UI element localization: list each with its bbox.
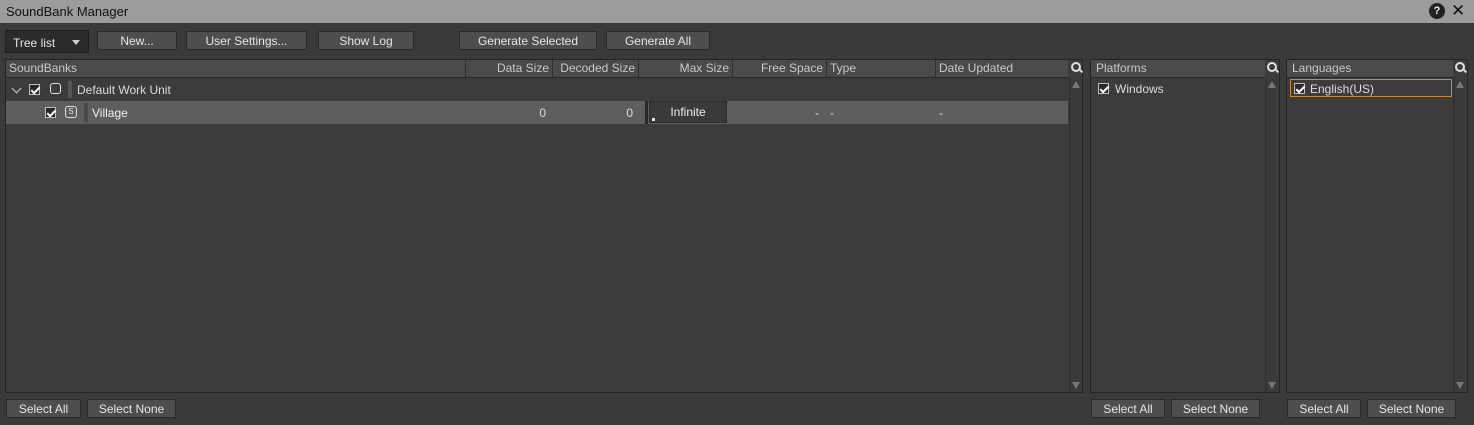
search-icon[interactable] [1266, 61, 1280, 75]
col-date-updated[interactable]: Date Updated [936, 60, 1068, 77]
window-title: SoundBank Manager [6, 4, 129, 19]
languages-header-label: Languages [1292, 61, 1352, 75]
data-size-cell: 0 [539, 106, 546, 120]
view-mode-dropdown[interactable]: Tree list [5, 30, 89, 53]
list-item[interactable]: Windows [1093, 79, 1263, 97]
languages-select-none-button[interactable]: Select None [1367, 399, 1456, 418]
platform-checkbox[interactable] [1098, 83, 1110, 94]
platform-label: Windows [1115, 82, 1164, 96]
platforms-panel: Platforms Windows [1090, 59, 1280, 393]
soundbanks-panel: SoundBanks Data Size Decoded Size Max Si… [5, 59, 1084, 393]
type-cell: - [830, 106, 834, 120]
languages-select-all-button[interactable]: Select All [1287, 399, 1361, 418]
languages-header: Languages [1287, 60, 1453, 78]
title-bar: SoundBank Manager ? ✕ [0, 0, 1474, 23]
work-unit-icon [50, 83, 61, 94]
show-log-button[interactable]: Show Log [318, 31, 414, 50]
decoded-size-cell: 0 [626, 106, 633, 120]
languages-panel: Languages English(US) [1286, 59, 1468, 393]
col-data-size[interactable]: Data Size [466, 60, 553, 77]
max-size-divider [645, 101, 648, 124]
col-soundbanks[interactable]: SoundBanks [6, 60, 466, 77]
language-label: English(US) [1310, 82, 1375, 96]
work-unit-row[interactable]: Default Work Unit [6, 79, 1068, 101]
search-icon[interactable] [1070, 61, 1084, 75]
free-space-cell: - [815, 106, 819, 120]
usage-indicator [652, 118, 655, 121]
platforms-select-all-button[interactable]: Select All [1091, 399, 1165, 418]
col-type[interactable]: Type [827, 60, 936, 77]
list-item[interactable]: English(US) [1290, 79, 1452, 97]
platforms-header: Platforms [1091, 60, 1265, 78]
user-settings-button[interactable]: User Settings... [186, 31, 307, 50]
soundbank-name: Village [92, 106, 128, 120]
soundbank-icon: S [65, 106, 77, 118]
generate-selected-button[interactable]: Generate Selected [459, 31, 597, 50]
soundbanks-header: SoundBanks Data Size Decoded Size Max Si… [6, 60, 1068, 78]
col-max-size[interactable]: Max Size [639, 60, 733, 77]
expand-chevron-icon[interactable] [11, 83, 22, 94]
chevron-down-icon [72, 40, 80, 45]
max-size-value: Infinite [670, 105, 706, 119]
work-unit-name: Default Work Unit [77, 83, 171, 97]
soundbank-checkbox[interactable] [45, 107, 57, 118]
platforms-header-label: Platforms [1096, 61, 1147, 75]
soundbanks-select-none-button[interactable]: Select None [87, 399, 176, 418]
generate-all-button[interactable]: Generate All [606, 31, 710, 50]
date-updated-cell: - [939, 106, 943, 120]
col-decoded-size[interactable]: Decoded Size [553, 60, 639, 77]
search-icon[interactable] [1454, 61, 1468, 75]
col-free-space[interactable]: Free Space [733, 60, 827, 77]
table-row[interactable]: S Village 0 0 Infinite - - - [6, 101, 1068, 124]
row-divider [68, 81, 72, 98]
row-divider [84, 103, 88, 122]
soundbanks-scrollbar[interactable] [1069, 78, 1081, 392]
work-unit-checkbox[interactable] [29, 84, 41, 95]
close-icon[interactable]: ✕ [1451, 1, 1465, 21]
language-checkbox[interactable] [1294, 83, 1306, 94]
view-mode-value: Tree list [13, 36, 56, 50]
platforms-scrollbar[interactable] [1265, 78, 1277, 392]
max-size-field[interactable]: Infinite [649, 101, 727, 123]
soundbanks-select-all-button[interactable]: Select All [6, 399, 81, 418]
new-button[interactable]: New... [97, 31, 177, 50]
languages-scrollbar[interactable] [1453, 78, 1465, 392]
platforms-select-none-button[interactable]: Select None [1171, 399, 1260, 418]
help-icon[interactable]: ? [1429, 3, 1445, 19]
